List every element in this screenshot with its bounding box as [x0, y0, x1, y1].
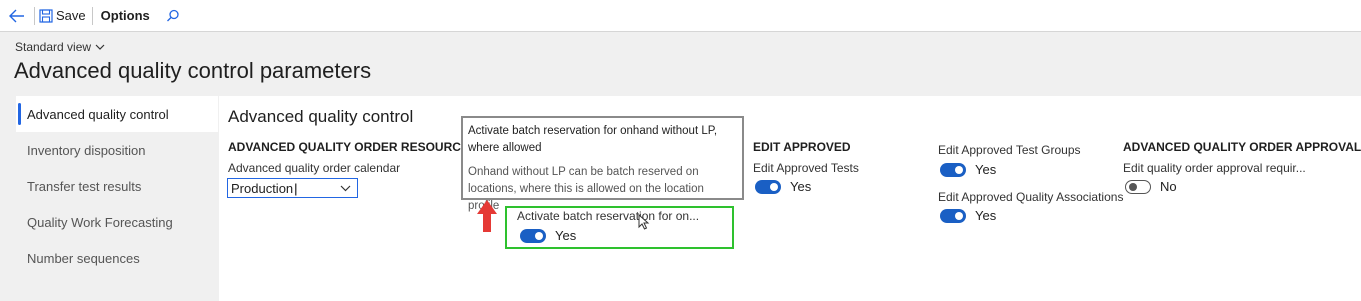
approval-heading: ADVANCED QUALITY ORDER APPROVAL	[1123, 140, 1361, 154]
batch-reservation-label: Activate batch reservation for on...	[517, 209, 700, 223]
nav-item-label: Transfer test results	[27, 178, 142, 194]
toggle-switch[interactable]	[520, 228, 546, 243]
save-icon	[39, 8, 53, 23]
toggle-value: Yes	[975, 208, 997, 223]
approval-required-toggle[interactable]: No	[1125, 179, 1177, 194]
toggle-switch[interactable]	[940, 162, 966, 177]
mouse-cursor-icon	[638, 214, 650, 230]
edit-approved-heading: EDIT APPROVED	[753, 140, 851, 154]
section-nav: Advanced quality control Inventory dispo…	[16, 96, 218, 301]
toggle-value: Yes	[555, 228, 577, 243]
back-button[interactable]	[0, 0, 34, 32]
toggle-switch[interactable]	[755, 179, 781, 194]
calendar-value: Production	[231, 181, 298, 196]
toggle-switch[interactable]	[940, 208, 966, 223]
field-tooltip: Activate batch reservation for onhand wi…	[461, 116, 744, 212]
toggle-value: Yes	[975, 162, 997, 177]
save-label: Save	[56, 8, 86, 23]
nav-item-number-sequences[interactable]: Number sequences	[16, 240, 218, 276]
nav-item-label: Advanced quality control	[27, 106, 169, 122]
edit-approved-tests-label: Edit Approved Tests	[753, 161, 859, 175]
chevron-down-icon	[340, 185, 351, 191]
annotation-arrow-icon	[477, 200, 497, 232]
calendar-combobox[interactable]: Production	[227, 178, 358, 198]
toggle-value: Yes	[790, 179, 812, 194]
view-label: Standard view	[15, 40, 92, 54]
nav-item-label: Quality Work Forecasting	[27, 214, 173, 230]
page-title: Advanced quality control parameters	[14, 58, 372, 83]
nav-item-inventory-disposition[interactable]: Inventory disposition	[16, 132, 218, 168]
calendar-label: Advanced quality order calendar	[228, 161, 401, 175]
options-button[interactable]: Options	[93, 8, 160, 23]
nav-item-quality-work-forecasting[interactable]: Quality Work Forecasting	[16, 204, 218, 240]
approval-required-label: Edit quality order approval requir...	[1123, 161, 1306, 175]
nav-item-transfer-test-results[interactable]: Transfer test results	[16, 168, 218, 204]
toggle-value: No	[1160, 179, 1177, 194]
search-button[interactable]	[160, 9, 186, 23]
toggle-switch[interactable]	[1125, 179, 1151, 194]
save-button[interactable]: Save	[35, 0, 92, 32]
tooltip-title: Activate batch reservation for onhand wi…	[468, 125, 718, 154]
nav-item-advanced-quality-control[interactable]: Advanced quality control	[16, 96, 218, 132]
highlight-box: Activate batch reservation for on... Yes	[505, 206, 734, 249]
batch-reservation-toggle[interactable]: Yes	[520, 228, 576, 243]
edit-approved-test-groups-label: Edit Approved Test Groups	[938, 143, 1081, 157]
chevron-down-icon	[95, 44, 105, 50]
edit-approved-tests-toggle[interactable]: Yes	[755, 179, 811, 194]
nav-item-label: Inventory disposition	[27, 142, 146, 158]
section-title: Advanced quality control	[228, 107, 414, 126]
action-pane: Save Options	[0, 0, 1361, 32]
nav-item-label: Number sequences	[27, 250, 140, 266]
content-panel: Advanced quality control ADVANCED QUALIT…	[219, 96, 1361, 301]
search-icon	[166, 9, 179, 21]
resource-group-heading: ADVANCED QUALITY ORDER RESOURCE ALL	[228, 140, 496, 154]
back-arrow-icon	[9, 9, 24, 22]
edit-approved-test-groups-toggle[interactable]: Yes	[940, 162, 996, 177]
edit-approved-quality-assoc-toggle[interactable]: Yes	[940, 208, 996, 223]
edit-approved-quality-assoc-label: Edit Approved Quality Associations	[938, 190, 1124, 204]
view-selector[interactable]: Standard view	[15, 40, 105, 54]
